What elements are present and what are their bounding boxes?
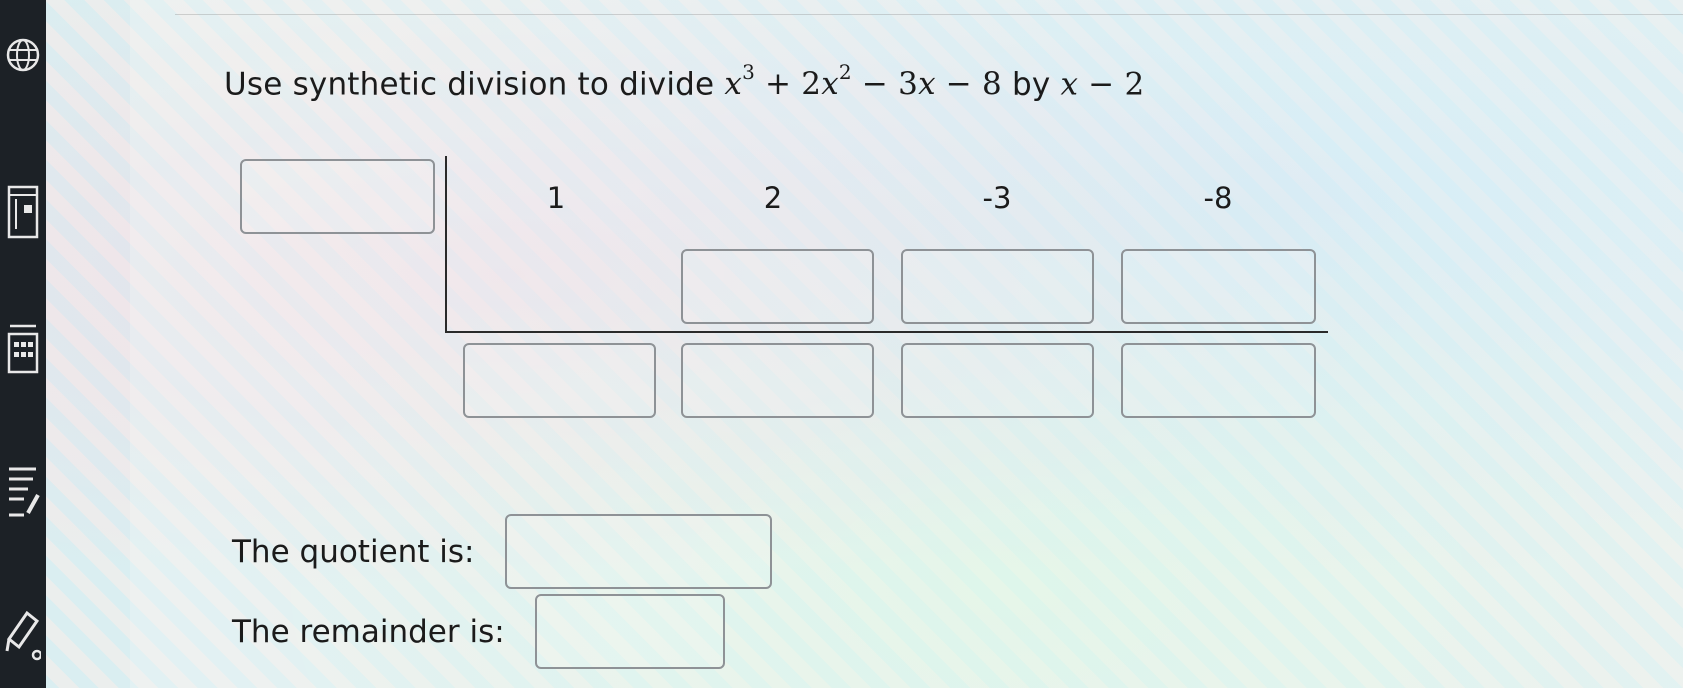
pencil-icon[interactable] xyxy=(0,605,46,661)
divisor-value-input[interactable] xyxy=(240,159,435,234)
quotient-label: The quotient is: xyxy=(232,534,475,570)
division-horizontal-bar xyxy=(445,331,1328,333)
result-row-input-3[interactable] xyxy=(901,343,1094,418)
division-vertical-bar xyxy=(445,156,447,333)
result-row-input-1[interactable] xyxy=(463,343,656,418)
globe-icon[interactable] xyxy=(0,38,46,72)
dividend-expression: x3 + 2x2 − 3x − 8 xyxy=(724,60,1002,103)
book-icon[interactable] xyxy=(0,185,46,239)
multiply-row-input-1[interactable] xyxy=(681,249,874,324)
result-row-input-2[interactable] xyxy=(681,343,874,418)
top-divider xyxy=(175,14,1683,15)
left-toolbar xyxy=(0,0,46,688)
result-row-input-4[interactable] xyxy=(1121,343,1316,418)
remainder-label: The remainder is: xyxy=(232,614,505,650)
calculator-icon[interactable] xyxy=(0,320,46,376)
notes-icon[interactable] xyxy=(0,465,46,523)
divisor-expression: x − 2 xyxy=(1060,66,1145,103)
coefficient-1: 1 xyxy=(546,181,566,215)
coefficient-3: -3 xyxy=(982,181,1012,215)
problem-by: by xyxy=(1001,66,1061,103)
multiply-row-input-2[interactable] xyxy=(901,249,1094,324)
multiply-row-input-3[interactable] xyxy=(1121,249,1316,324)
remainder-input[interactable] xyxy=(535,594,725,669)
coefficient-2: 2 xyxy=(763,181,783,215)
problem-statement: Use synthetic division to divide x3 + 2x… xyxy=(224,60,1145,103)
coefficient-4: -8 xyxy=(1203,181,1233,215)
problem-prefix: Use synthetic division to divide xyxy=(224,66,715,103)
quotient-input[interactable] xyxy=(505,514,772,589)
